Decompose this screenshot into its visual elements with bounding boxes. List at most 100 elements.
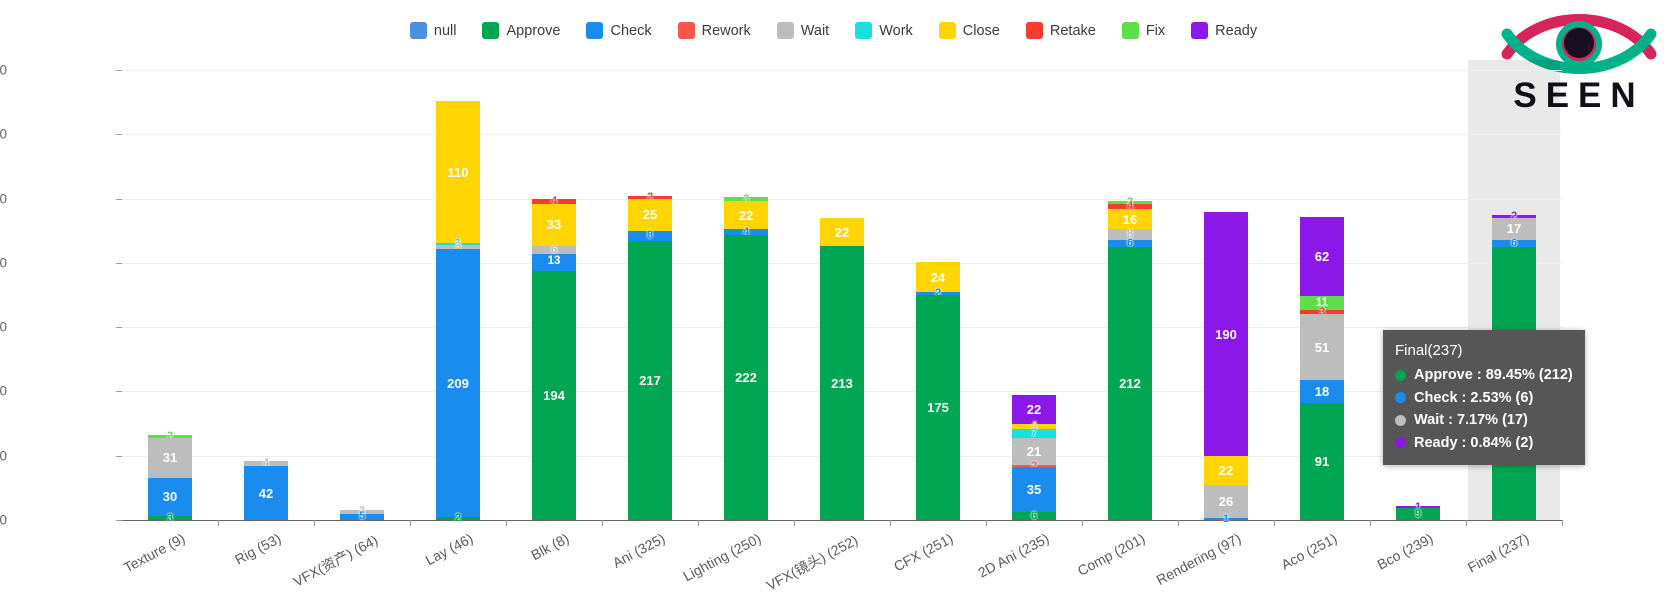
- legend-item-close[interactable]: Close: [938, 22, 1000, 39]
- x-axis-tick-mark: [218, 520, 219, 526]
- bar-segment-value: 22: [1218, 462, 1234, 478]
- bar-segment-value: 175: [927, 400, 949, 415]
- bar-segment-close[interactable]: 22: [820, 217, 864, 247]
- x-axis-label: Rendering (97): [1153, 530, 1244, 588]
- bar-segment-close[interactable]: 110: [436, 101, 480, 243]
- bar-segment-check[interactable]: 42: [244, 466, 288, 520]
- bar-segment-check[interactable]: 13: [532, 253, 576, 271]
- bar-column[interactable]: 2 31 30 3: [148, 70, 192, 523]
- y-axis-tick-mark: [116, 391, 122, 393]
- bar-column[interactable]: 2 25 8 217: [628, 70, 672, 520]
- tooltip-dot: [1395, 392, 1406, 404]
- bar-stack: 22 213: [820, 217, 864, 520]
- bar-column[interactable]: 110 1 3 209 2: [436, 70, 480, 524]
- x-axis-tick-mark: [794, 520, 795, 526]
- x-axis-label: Blk (8): [528, 530, 572, 564]
- y-axis-tick-mark: [116, 198, 122, 200]
- bar-column[interactable]: 2 4 16 8 6 212: [1108, 70, 1152, 520]
- bar-column[interactable]: 24 2 175: [916, 70, 960, 520]
- bar-segment-approve[interactable]: 213: [820, 246, 864, 520]
- bar-column[interactable]: 62 11 3 51 18 91: [1300, 70, 1344, 520]
- bar-segment-approve[interactable]: 9: [1396, 508, 1440, 520]
- legend-item-check[interactable]: Check: [586, 22, 652, 39]
- legend-label: Retake: [1049, 22, 1096, 39]
- bar-segment-approve[interactable]: 194: [532, 270, 576, 520]
- legend-item-fix[interactable]: Fix: [1121, 22, 1165, 39]
- bar-segment-check[interactable]: 18: [1300, 379, 1344, 403]
- legend-item-rework[interactable]: Rework: [677, 22, 751, 39]
- bar-stack: 4 33 6 13 194: [532, 195, 576, 520]
- bar-segment-approve[interactable]: 212: [1108, 247, 1152, 520]
- y-axis-tick-mark: [116, 455, 122, 457]
- bar-segment-approve[interactable]: 217: [628, 241, 672, 520]
- x-axis-tick-mark: [1466, 520, 1467, 526]
- bar-segment-wait[interactable]: 26: [1204, 484, 1248, 518]
- bar-segment-ready[interactable]: 190: [1204, 212, 1248, 457]
- bar-segment-value: 16: [1122, 211, 1138, 227]
- x-axis-tick-mark: [602, 520, 603, 526]
- bar-segment-check[interactable]: 5: [340, 511, 384, 522]
- bar-segment-value: 25: [642, 207, 658, 223]
- bar-column[interactable]: 3 22 4 222: [724, 70, 768, 520]
- bar-column[interactable]: 22 213: [820, 70, 864, 520]
- bar-segment-check[interactable]: 209: [436, 248, 480, 518]
- bar-column[interactable]: 190 22 26 1: [1204, 70, 1248, 524]
- bar-segment-close[interactable]: 25: [628, 198, 672, 231]
- bar-segment-value: 190: [1215, 326, 1237, 342]
- legend-swatch-rework: [677, 22, 695, 39]
- bar-segment-approve[interactable]: 6: [1012, 510, 1056, 521]
- tooltip-dot: [1395, 414, 1406, 426]
- legend-swatch-null: [409, 22, 427, 39]
- bar-segment-work[interactable]: 7: [1012, 427, 1056, 438]
- y-axis-tick-label: 350: [0, 62, 7, 78]
- bar-column[interactable]: 4 42: [244, 70, 288, 520]
- bar-segment-approve[interactable]: 222: [724, 234, 768, 520]
- bar-segment-wait[interactable]: 51: [1300, 314, 1344, 380]
- bar-segment-ready[interactable]: 22: [1012, 395, 1056, 424]
- bar-segment-fix[interactable]: 11: [1300, 296, 1344, 311]
- legend-item-null[interactable]: null: [409, 22, 456, 39]
- bar-segment-close[interactable]: 22: [724, 201, 768, 230]
- bar-segment-close[interactable]: 24: [916, 261, 960, 293]
- bar-segment-check[interactable]: 6: [1108, 238, 1152, 249]
- bar-segment-approve[interactable]: 2: [436, 513, 480, 524]
- y-axis-tick-mark: [116, 262, 122, 264]
- bar-segment-value: 62: [1314, 248, 1330, 264]
- bar-segment-wait[interactable]: 6: [532, 244, 576, 255]
- legend-item-retake[interactable]: Retake: [1025, 22, 1096, 39]
- bar-segment-wait[interactable]: 17: [1492, 217, 1536, 240]
- bar-column[interactable]: 22 4 7 21 2 35 6: [1012, 70, 1056, 521]
- bar-segment-check[interactable]: 30: [148, 477, 192, 517]
- bar-segment-close[interactable]: 22: [1204, 456, 1248, 485]
- bar-segment-close[interactable]: 33: [532, 203, 576, 247]
- bar-segment-check[interactable]: 6: [1492, 238, 1536, 249]
- x-axis-label: Bco (239): [1374, 530, 1436, 573]
- y-axis-tick-label: 100: [0, 383, 7, 399]
- legend-item-work[interactable]: Work: [855, 22, 913, 39]
- bar-segment-check[interactable]: 35: [1012, 467, 1056, 513]
- bar-column[interactable]: 35: [340, 70, 384, 522]
- legend-item-wait[interactable]: Wait: [776, 22, 829, 39]
- bar-segment-check[interactable]: 1: [1204, 513, 1248, 524]
- legend-item-ready[interactable]: Ready: [1191, 22, 1257, 39]
- legend-swatch-ready: [1191, 22, 1209, 39]
- bar-segment-ready[interactable]: 62: [1300, 216, 1344, 297]
- bar-segment-value: 33: [546, 217, 562, 233]
- bar-segment-value: 17: [1506, 221, 1522, 237]
- bar-segment-wait[interactable]: 21: [1012, 437, 1056, 465]
- tooltip-row: Wait : 7.17% (17): [1395, 409, 1573, 431]
- bar-segment-check[interactable]: 8: [628, 230, 672, 241]
- bar-segment-wait[interactable]: 8: [1108, 229, 1152, 240]
- x-axis-tick-mark: [698, 520, 699, 526]
- legend-label: Approve: [506, 22, 561, 39]
- bar-segment-close[interactable]: 16: [1108, 208, 1152, 230]
- bar-segment-value: 110: [447, 164, 469, 180]
- legend-item-approve[interactable]: Approve: [482, 22, 560, 39]
- bar-segment-value: 212: [1119, 376, 1141, 392]
- bar-column[interactable]: 4 33 6 13 194: [532, 70, 576, 520]
- x-axis-tick-mark: [1178, 520, 1179, 526]
- bar-segment-wait[interactable]: 31: [148, 437, 192, 478]
- bar-segment-approve[interactable]: 3: [148, 512, 192, 523]
- bar-segment-approve[interactable]: 91: [1300, 403, 1344, 520]
- bar-segment-approve[interactable]: 175: [916, 295, 960, 520]
